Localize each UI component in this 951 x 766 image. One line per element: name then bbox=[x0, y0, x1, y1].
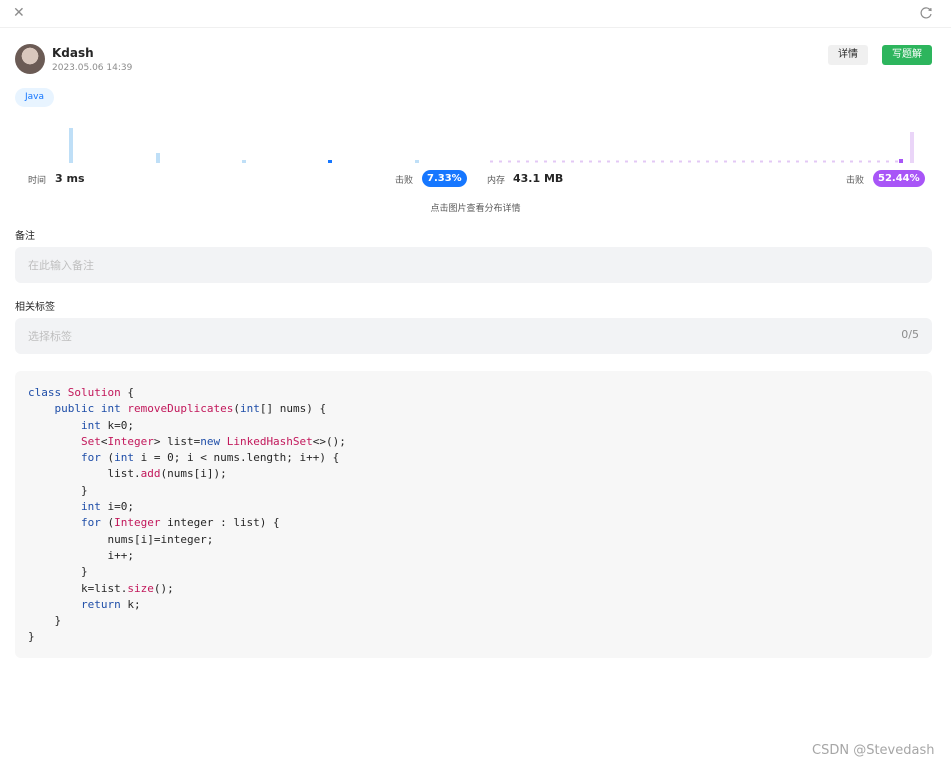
code-line: nums[i]=integer; bbox=[28, 532, 214, 546]
memory-label: 内存 bbox=[487, 176, 506, 186]
notes-field[interactable] bbox=[15, 247, 932, 283]
memory-beat-badge: 52.44% bbox=[873, 170, 925, 187]
tag-counter: 0/5 bbox=[901, 328, 919, 341]
language-tag: Java bbox=[15, 88, 55, 107]
runtime-bar bbox=[415, 160, 419, 163]
code-line: } bbox=[28, 614, 62, 628]
top-bar: ✕ bbox=[0, 0, 951, 28]
time-value: 3 ms bbox=[55, 172, 85, 185]
runtime-bar-current bbox=[328, 160, 332, 163]
avatar[interactable] bbox=[15, 44, 45, 74]
runtime-bar bbox=[242, 160, 246, 163]
code-line: } bbox=[28, 565, 88, 579]
detail-button[interactable]: 详情 bbox=[828, 45, 868, 65]
tags-title: 相关标签 bbox=[15, 302, 55, 313]
memory-value: 43.1 MB bbox=[513, 172, 564, 185]
tags-field[interactable]: 0/5 bbox=[15, 318, 932, 354]
write-solution-button[interactable]: 写题解 bbox=[882, 45, 932, 65]
notes-input[interactable] bbox=[15, 247, 901, 283]
watermark: CSDN @Stevedash bbox=[812, 743, 935, 758]
code-content: class Solution { public int removeDuplic… bbox=[15, 371, 932, 660]
time-beat-label: 击败 bbox=[395, 176, 414, 186]
code-line: class Solution { bbox=[28, 386, 134, 399]
runtime-bar bbox=[69, 128, 73, 163]
code-line: k=list.size(); bbox=[28, 581, 174, 595]
memory-bar bbox=[910, 132, 914, 163]
code-line: int k=0; bbox=[80, 418, 134, 432]
submission-timestamp: 2023.05.06 14:39 bbox=[52, 63, 133, 73]
memory-beat-label: 击败 bbox=[846, 176, 865, 186]
code-line: int i=0; bbox=[80, 500, 134, 514]
close-icon[interactable]: ✕ bbox=[13, 5, 25, 21]
tags-select[interactable] bbox=[15, 318, 901, 354]
code-line: list.add(nums[i]); bbox=[28, 467, 227, 481]
code-line: for (Integer integer : list) { bbox=[80, 516, 280, 530]
code-block[interactable]: class Solution { public int removeDuplic… bbox=[15, 371, 932, 658]
code-line: i++; bbox=[28, 548, 134, 562]
notes-title: 备注 bbox=[15, 231, 35, 242]
code-line: Set<Integer> list=new LinkedHashSet<>(); bbox=[80, 434, 346, 448]
username[interactable]: Kdash bbox=[52, 46, 94, 60]
code-line: } bbox=[28, 483, 88, 497]
code-line: } bbox=[28, 630, 35, 644]
time-beat-badge: 7.33% bbox=[422, 170, 467, 187]
code-line: for (int i = 0; i < nums.length; i++) { bbox=[80, 451, 340, 465]
runtime-bar bbox=[156, 153, 160, 163]
refresh-icon[interactable] bbox=[918, 5, 934, 21]
time-label: 时间 bbox=[28, 176, 47, 186]
memory-bar-current bbox=[899, 159, 903, 163]
distribution-hint[interactable]: 点击图片查看分布详情 bbox=[0, 201, 951, 214]
code-line: public int removeDuplicates(int[] nums) … bbox=[54, 402, 327, 416]
code-line: return k; bbox=[80, 597, 141, 611]
